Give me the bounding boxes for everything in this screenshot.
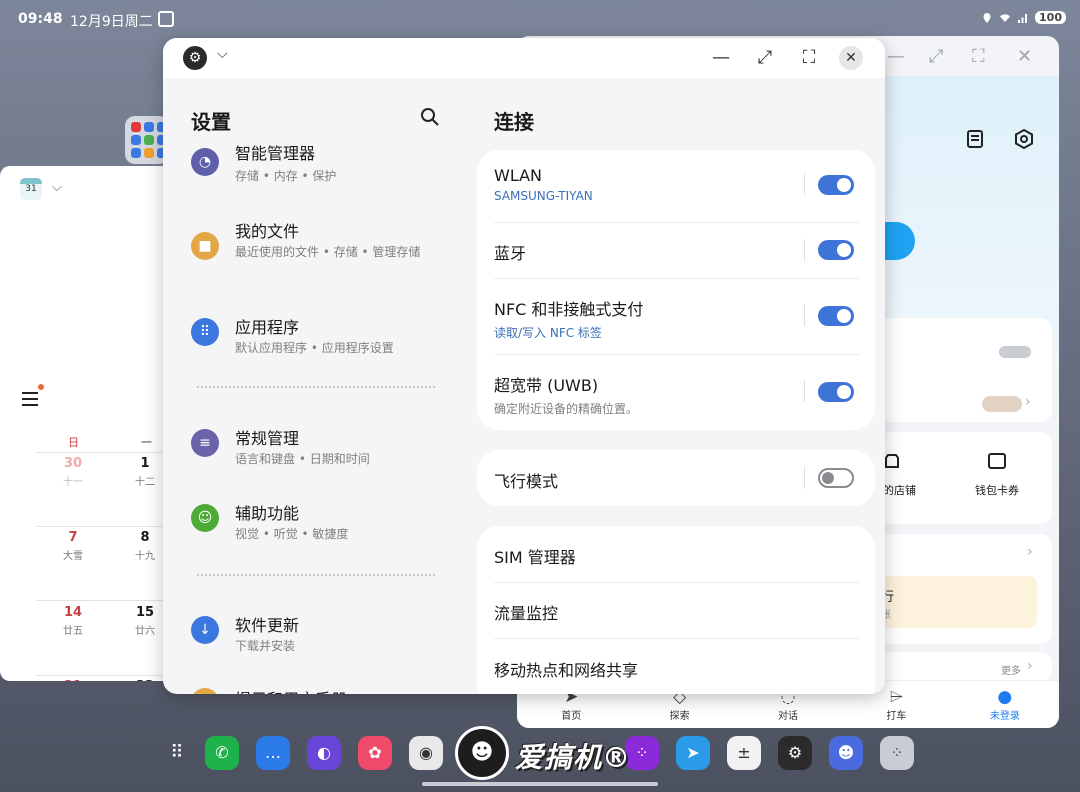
wlan-toggle[interactable] [818,175,854,195]
calendar-day[interactable]: 21冬至 [37,679,109,681]
settings-window[interactable]: ⚙ ⌵ — ⤢ ⛶ ✕ 设置 ◔ 智能管理器 存储 • 内存 • 保护 ■ 我的… [163,38,885,694]
watermark-logo: ☻ [455,726,509,780]
car-image [999,346,1031,358]
menu-icon[interactable] [22,392,38,408]
screenshot-icon [158,11,174,27]
avatars [982,396,1022,412]
chevron-down-icon[interactable]: ⌵ [217,46,228,62]
user-icon: ● [997,687,1013,707]
document-icon[interactable] [965,128,987,150]
status-date: 12月9日周二 [70,14,153,30]
connections-card: WLAN SAMSUNG-TIYAN 蓝牙 NFC 和非接触式支付 读取/写入 … [477,150,875,430]
airplane-toggle[interactable] [818,468,854,488]
nfc-toggle[interactable] [818,306,854,326]
setting-data-usage[interactable]: 流量监控 [494,600,860,624]
telegram-icon[interactable]: ➤ [676,736,710,770]
more-link[interactable]: 更多 [1001,662,1021,677]
apps-grid-icon[interactable]: ⠿ [160,736,194,770]
bluetooth-toggle[interactable] [818,240,854,260]
phone-icon[interactable]: ✆ [205,736,239,770]
sliders-icon: ≡ [191,429,219,457]
menu-item-tips[interactable]: 提示和用户手册 [191,684,451,694]
more-apps-icon[interactable]: ⁘ [880,736,914,770]
uwb-toggle[interactable] [818,382,854,402]
chevron-down-icon[interactable]: ⌵ [52,180,62,195]
status-right: 100 [981,11,1066,24]
card[interactable]: 更多 › [877,652,1052,682]
browser-icon[interactable]: ◐ [307,736,341,770]
divider [197,386,435,388]
setting-sim-manager[interactable]: SIM 管理器 [494,544,860,568]
section-title: 连接 [494,110,534,134]
expand-icon[interactable]: ⤢ [929,46,943,67]
calculator-icon[interactable]: ± [727,736,761,770]
setting-uwb[interactable]: 超宽带 (UWB) 确定附近设备的精确位置。 [494,372,860,417]
calendar-day[interactable]: 30 十一 [37,456,109,488]
update-icon: ↓ [191,616,219,644]
tips-icon [191,688,219,694]
settings-icon[interactable]: ⚙ [778,736,812,770]
wifi-icon [1000,13,1011,22]
watermark: ☻ 爱搞机® [455,724,630,782]
minimize-icon[interactable]: — [709,46,733,70]
chevron-right-icon[interactable]: › [1027,544,1033,560]
accessibility-icon: ☺ [191,504,219,532]
close-icon[interactable]: ✕ [839,46,863,70]
status-time: 09:48 [18,11,63,27]
notification-dot [38,384,44,390]
weekday-mon: 一 [141,436,152,449]
wallet-label: 钱包卡券 [975,484,1019,497]
menu-item-device-care[interactable]: ◔ 智能管理器 存储 • 内存 • 保护 [191,142,451,192]
tab-profile[interactable]: ● 未登录 [951,681,1059,728]
minimize-icon[interactable]: — [887,46,905,67]
menu-item-software-update[interactable]: ↓ 软件更新 下载并安装 [191,612,451,658]
window-titlebar[interactable]: ⚙ ⌵ — ⤢ ⛶ ✕ [163,38,885,78]
airplane-card: 飞行模式 [477,450,875,506]
store-icon [885,454,899,468]
card[interactable]: › [877,318,1052,422]
device-care-icon: ◔ [191,148,219,176]
close-icon[interactable]: ✕ [1017,46,1032,67]
card[interactable]: 的店铺 钱包卡券 [877,432,1052,524]
setting-wlan[interactable]: WLAN SAMSUNG-TIYAN [494,166,860,203]
calendar-day[interactable]: 14 廿五 [37,605,109,637]
setting-airplane-mode[interactable]: 飞行模式 [494,468,860,492]
setting-nfc[interactable]: NFC 和非接触式支付 读取/写入 NFC 标签 [494,296,860,341]
signal-icon [1018,13,1028,23]
store-label: 的店铺 [883,484,916,497]
more-connections-card: SIM 管理器 流量监控 移动热点和网络共享 [477,526,875,694]
settings-icon[interactable] [1013,128,1035,150]
expand-icon[interactable]: ⤢ [753,46,777,70]
home-indicator[interactable] [422,782,658,786]
calendar-app-icon[interactable]: 31 [20,178,42,200]
game-icon[interactable]: ☻ [829,736,863,770]
location-icon [983,12,991,23]
chevron-right-icon[interactable]: › [1025,394,1031,410]
apps-icon: ⠿ [191,318,219,346]
status-bar: 09:48 12月9日周二 100 [0,0,1080,38]
gallery-icon[interactable]: ✿ [358,736,392,770]
page-title: 设置 [191,110,231,134]
setting-hotspot-tethering[interactable]: 移动热点和网络共享 [494,657,860,681]
messages-icon[interactable]: … [256,736,290,770]
promo-box[interactable]: 行 账 [877,576,1037,628]
menu-item-accessibility[interactable]: ☺ 辅助功能 视觉 • 听觉 • 敏捷度 [191,500,451,546]
search-icon[interactable] [419,106,441,128]
menu-item-apps[interactable]: ⠿ 应用程序 默认应用程序 • 应用程序设置 [191,314,451,360]
divider [197,574,435,576]
card[interactable]: › 行 账 [877,534,1052,644]
menu-item-my-files[interactable]: ■ 我的文件 最近使用的文件 • 存储 • 管理存储 [191,218,451,282]
battery-level: 100 [1035,11,1066,24]
fullscreen-icon[interactable]: ⛶ [972,46,985,67]
menu-item-general-management[interactable]: ≡ 常规管理 语言和键盘 • 日期和时间 [191,425,451,471]
calendar-day[interactable]: 7 大雪 [37,530,109,562]
settings-app-icon[interactable]: ⚙ [183,46,207,70]
camera-icon[interactable]: ◉ [409,736,443,770]
weekday-sun: 日 [68,436,79,449]
wallet-icon [988,453,1006,469]
chevron-right-icon: › [1027,658,1033,674]
folder-icon: ■ [191,232,219,260]
fullscreen-icon[interactable]: ⛶ [797,46,821,70]
setting-bluetooth[interactable]: 蓝牙 [494,240,860,264]
